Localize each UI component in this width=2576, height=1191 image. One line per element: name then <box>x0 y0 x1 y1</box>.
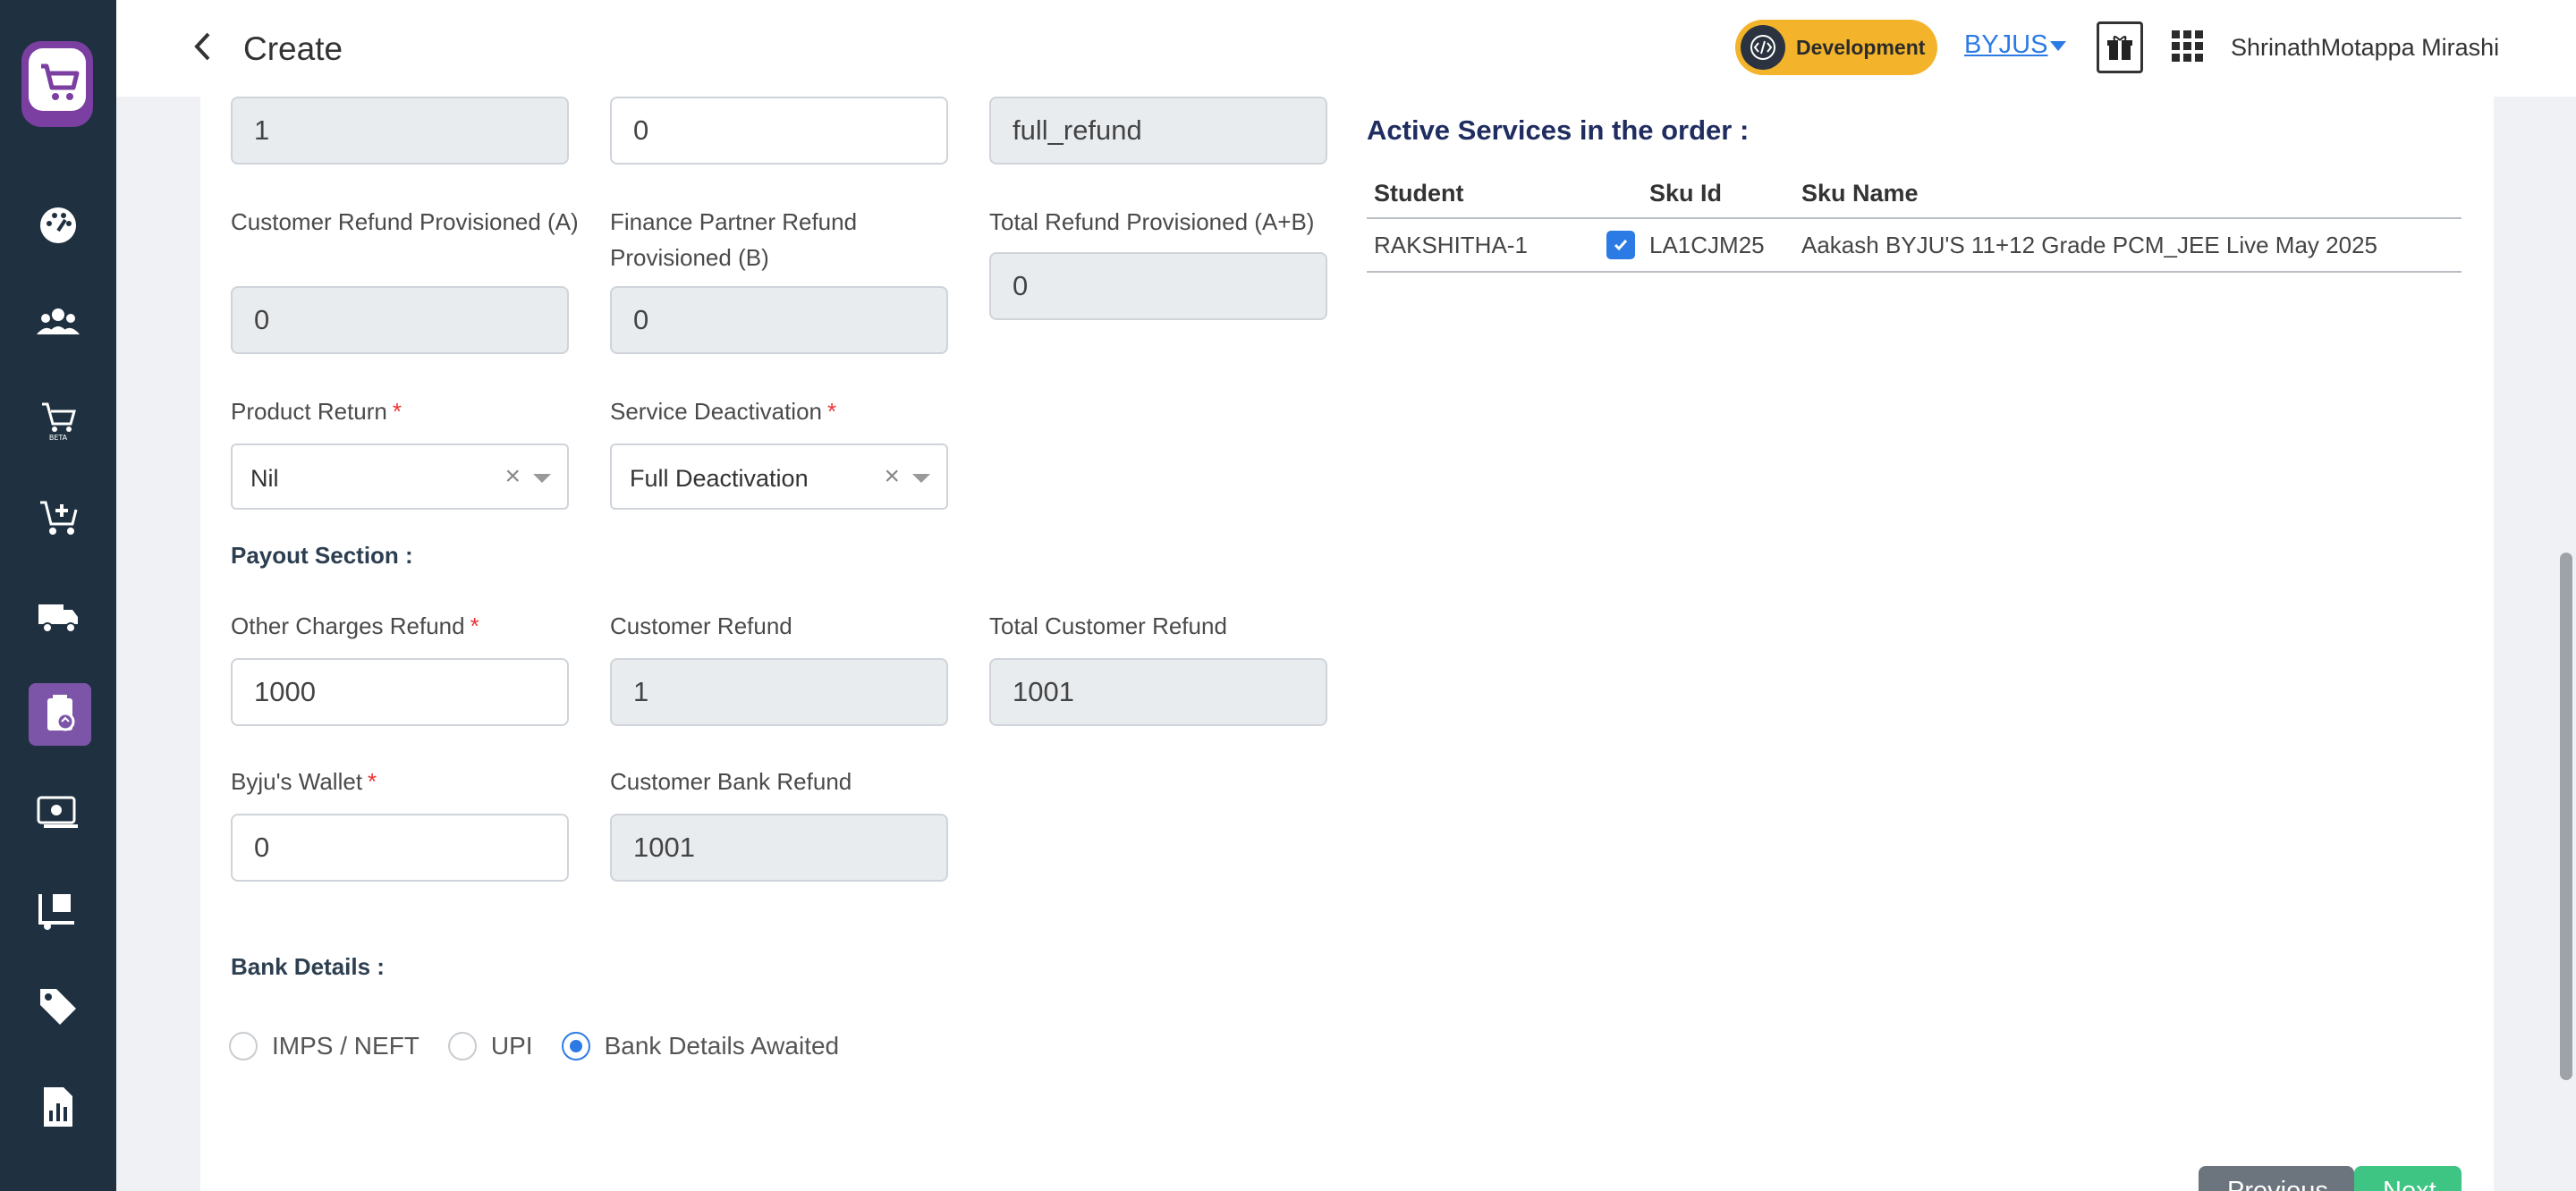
byjus-wallet-field[interactable]: 0 <box>231 814 569 882</box>
chevron-down-icon[interactable] <box>912 474 930 483</box>
bank-details-title: Bank Details : <box>231 953 385 980</box>
total-refund-provisioned-label: Total Refund Provisioned (A+B) <box>989 208 1315 235</box>
reports-icon[interactable] <box>30 1078 87 1136</box>
previous-button[interactable]: Previous <box>2199 1166 2354 1191</box>
caret-down-icon[interactable] <box>2050 41 2066 51</box>
select-cell <box>1599 218 1642 273</box>
readonly-field-1: 1 <box>231 97 569 165</box>
customer-bank-refund-label: Customer Bank Refund <box>610 768 852 795</box>
column-header-select <box>1599 170 1642 219</box>
back-arrow-icon[interactable] <box>184 27 220 66</box>
total-customer-refund-field: 1001 <box>989 658 1327 726</box>
product-return-value: Nil <box>250 465 279 492</box>
sku-id-cell: LA1CJM25 <box>1642 218 1794 273</box>
sidebar: BETA <box>0 0 116 1191</box>
byjus-wallet-label: Byju's Wallet * <box>231 768 377 795</box>
clear-icon[interactable]: × <box>884 461 900 492</box>
product-return-label: Product Return * <box>231 398 402 425</box>
radio-bank-details-awaited[interactable] <box>561 1032 590 1060</box>
org-switcher[interactable]: BYJUS <box>1964 30 2047 60</box>
customer-bank-refund-field: 1001 <box>610 814 948 882</box>
radio-label-bank-details-awaited: Bank Details Awaited <box>604 1032 840 1060</box>
finance-partner-refund-label: Finance Partner Refund Provisioned (B) <box>610 208 858 271</box>
product-return-select[interactable]: Nil × <box>231 443 569 510</box>
radio-upi[interactable] <box>447 1032 477 1060</box>
table-row: RAKSHITHA-1 LA1CJM25 Aakash BYJU'S 11+12… <box>1367 218 2462 273</box>
dashboard-icon[interactable] <box>30 195 87 252</box>
clear-icon[interactable]: × <box>504 461 521 492</box>
service-deactivation-label: Service Deactivation * <box>610 398 837 425</box>
service-deactivation-value: Full Deactivation <box>630 465 809 492</box>
environment-label: Development <box>1796 36 1926 59</box>
customer-refund-provisioned-label: Customer Refund Provisioned (A) <box>231 208 579 235</box>
sku-name-cell: Aakash BYJU'S 11+12 Grade PCM_JEE Live M… <box>1794 218 2462 273</box>
service-deactivation-select[interactable]: Full Deactivation × <box>610 443 948 510</box>
radio-imps-neft[interactable] <box>229 1032 258 1060</box>
other-charges-refund-field[interactable]: 1000 <box>231 658 569 726</box>
refund-icon[interactable] <box>29 683 91 746</box>
student-cell: RAKSHITHA-1 <box>1367 218 1599 273</box>
svg-text:BETA: BETA <box>49 434 68 442</box>
tag-icon[interactable] <box>30 978 87 1035</box>
total-customer-refund-label: Total Customer Refund <box>989 612 1227 639</box>
column-header-student: Student <box>1367 170 1599 219</box>
apps-grid-icon[interactable] <box>2172 30 2204 63</box>
environment-badge: Development <box>1735 20 1937 75</box>
users-icon[interactable] <box>30 293 87 351</box>
bank-details-radio-group: IMPS / NEFT UPI Bank Details Awaited <box>229 1028 868 1064</box>
sales-beta-icon[interactable]: BETA <box>30 390 87 447</box>
customer-refund-label: Customer Refund <box>610 612 792 639</box>
user-menu[interactable]: ShrinathMotappa Mirashi <box>2231 34 2499 62</box>
service-checkbox[interactable] <box>1606 231 1635 259</box>
column-header-sku-name: Sku Name <box>1794 170 2462 219</box>
code-icon <box>1741 25 1785 70</box>
customer-refund-field: 1 <box>610 658 948 726</box>
app-logo[interactable] <box>21 41 93 127</box>
top-header: Create Development BYJUS ShrinathMotappa… <box>116 0 2576 97</box>
editable-field-2[interactable]: 0 <box>610 97 948 165</box>
delivery-truck-icon[interactable] <box>30 587 87 644</box>
column-header-sku-id: Sku Id <box>1642 170 1794 219</box>
page-title: Create <box>243 30 343 67</box>
finance-partner-refund-field: 0 <box>610 286 948 354</box>
table-header-row: Student Sku Id Sku Name <box>1367 170 2462 219</box>
next-button[interactable]: Next <box>2354 1166 2462 1191</box>
gift-icon[interactable] <box>2097 21 2143 73</box>
add-to-cart-icon[interactable] <box>30 488 87 545</box>
chevron-down-icon[interactable] <box>533 474 551 483</box>
active-services-title: Active Services in the order : <box>1367 114 1750 146</box>
payments-icon[interactable] <box>30 783 87 840</box>
total-refund-provisioned-field: 0 <box>989 252 1327 320</box>
customer-refund-provisioned-field: 0 <box>231 286 569 354</box>
refund-type-field: full_refund <box>989 97 1327 165</box>
scrollbar-thumb[interactable] <box>2560 553 2572 1080</box>
radio-label-upi: UPI <box>490 1032 533 1060</box>
radio-label-imps-neft: IMPS / NEFT <box>272 1032 419 1060</box>
check-icon <box>1614 240 1628 251</box>
other-charges-refund-label: Other Charges Refund * <box>231 612 479 639</box>
warehouse-icon[interactable] <box>30 882 87 939</box>
payout-section-title: Payout Section : <box>231 542 413 569</box>
active-services-table: Student Sku Id Sku Name RAKSHITHA-1 LA1C… <box>1367 170 2462 273</box>
